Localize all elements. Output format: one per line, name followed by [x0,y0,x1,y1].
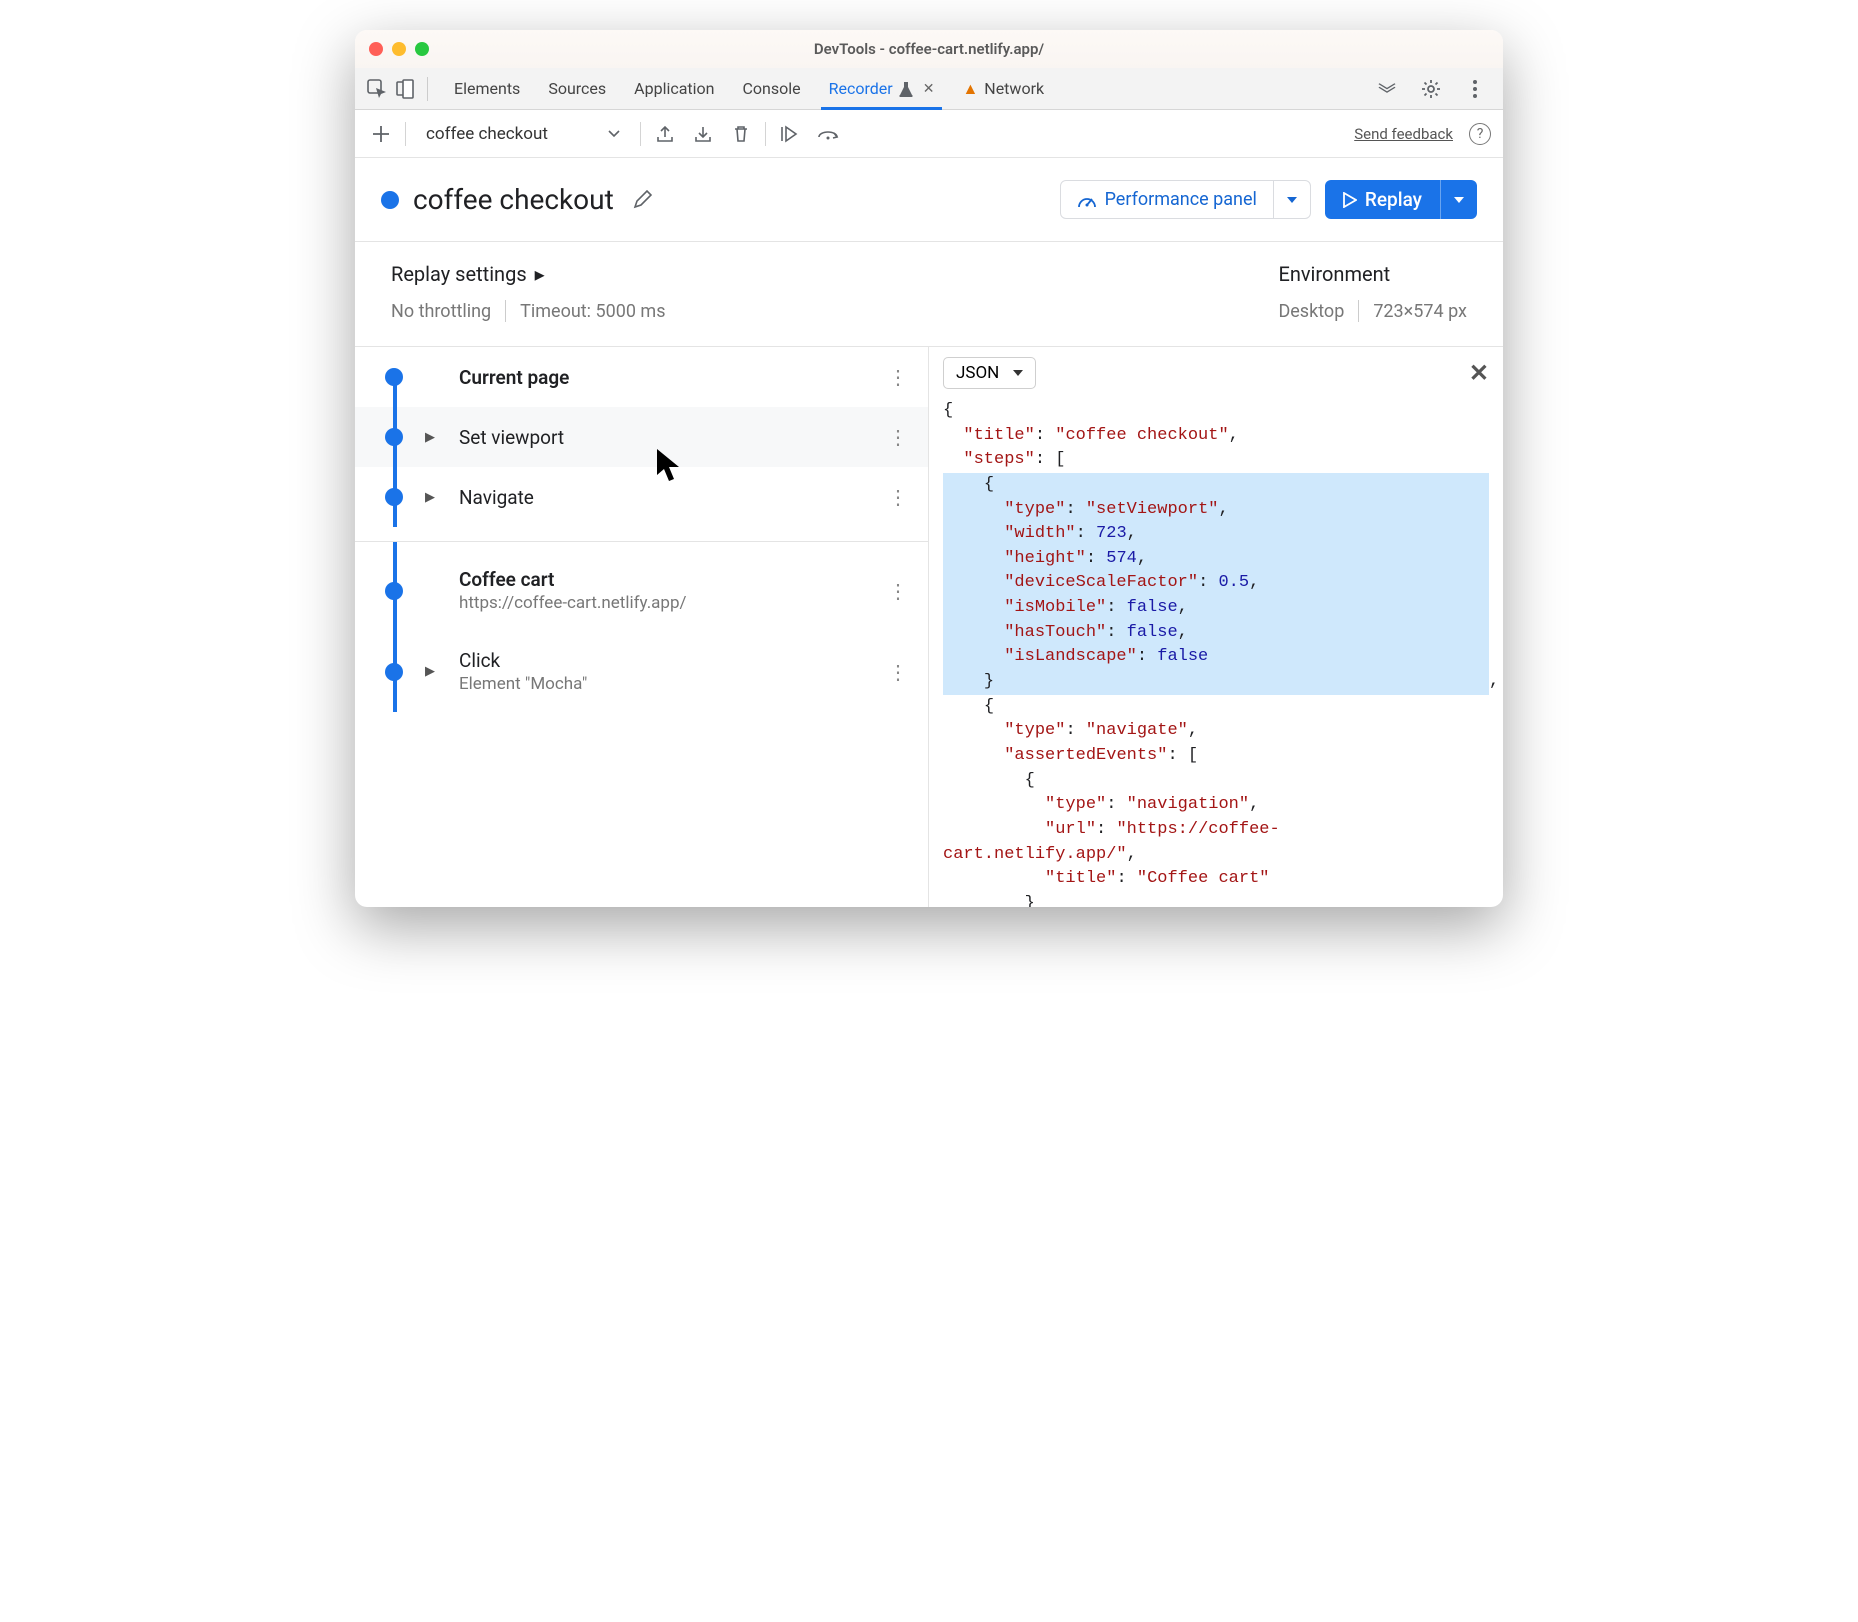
devtools-window: DevTools - coffee-cart.netlify.app/ Elem… [355,30,1503,907]
dimensions-value: 723×574 px [1373,301,1467,322]
delete-icon[interactable] [727,120,755,148]
step-title: Coffee cart [459,568,866,591]
step-current-page[interactable]: Current page ⋮ [355,347,928,407]
step-over-icon[interactable] [814,120,842,148]
main-body: Current page ⋮ ▶ Set viewport ⋮ ▶ Naviga… [355,347,1503,907]
chevron-right-icon: ▸ [535,262,545,286]
step-click[interactable]: ▶ Click Element "Mocha" ⋮ [355,631,928,712]
inspect-element-icon[interactable] [363,75,391,103]
chevron-down-icon [1013,370,1023,376]
tab-sources[interactable]: Sources [534,68,620,109]
step-menu-icon[interactable]: ⋮ [888,365,908,389]
tab-label: Console [743,79,801,98]
tab-label: Network [984,79,1044,98]
step-title: Navigate [459,486,866,509]
step-subtitle: https://coffee-cart.netlify.app/ [459,593,866,613]
step-title: Set viewport [459,426,866,449]
format-selector[interactable]: JSON [943,357,1036,389]
gauge-icon [1077,191,1097,209]
tab-label: Sources [548,79,606,98]
help-icon[interactable]: ? [1469,123,1491,145]
close-tab-icon[interactable]: ✕ [923,81,935,97]
step-title: Click [459,649,866,672]
step-dot [385,488,403,506]
performance-panel-button[interactable]: Performance panel [1060,180,1311,219]
tab-label: Recorder [829,79,893,98]
json-title: coffee checkout [1065,426,1218,445]
throttling-value: No throttling [391,301,491,322]
tab-elements[interactable]: Elements [440,68,534,109]
code-panel: JSON ✕ { "title": "coffee checkout", "st… [929,347,1503,907]
replay-settings-label: Replay settings [391,262,527,286]
step-set-viewport[interactable]: ▶ Set viewport ⋮ [355,407,928,467]
step-replay-icon[interactable] [776,120,804,148]
code-view[interactable]: { "title": "coffee checkout", "steps": [… [929,399,1503,907]
steps-panel: Current page ⋮ ▶ Set viewport ⋮ ▶ Naviga… [355,347,929,907]
replay-settings-toggle[interactable]: Replay settings ▸ [391,262,666,286]
tab-network[interactable]: ▲ Network [948,68,1058,109]
chevron-down-icon [608,130,620,138]
tab-label: Elements [454,79,520,98]
step-subtitle: Element "Mocha" [459,674,866,694]
tab-application[interactable]: Application [620,68,728,109]
recorder-toolbar: coffee checkout Send feedback ? [355,110,1503,158]
recording-title: coffee checkout [413,183,614,216]
replay-button[interactable]: Replay [1325,180,1477,219]
tab-label: Application [634,79,714,98]
tab-recorder[interactable]: Recorder ✕ [815,68,949,109]
send-feedback-link[interactable]: Send feedback [1354,125,1453,143]
recording-status-dot [381,191,399,209]
step-navigate[interactable]: ▶ Navigate ⋮ [355,467,928,527]
settings-row: Replay settings ▸ No throttling Timeout:… [355,242,1503,347]
format-label: JSON [956,363,999,383]
chevron-right-icon: ▶ [425,430,437,445]
replay-dropdown-icon[interactable] [1441,180,1477,219]
recording-selector-label: coffee checkout [426,124,548,144]
step-dot [385,368,403,386]
replay-label: Replay [1365,188,1422,211]
device-value: Desktop [1278,301,1344,322]
more-tabs-icon[interactable] [1373,75,1401,103]
environment-label: Environment [1278,262,1467,286]
step-dot [385,428,403,446]
step-menu-icon[interactable]: ⋮ [888,485,908,509]
step-dot [385,582,403,600]
export-icon[interactable] [651,120,679,148]
step-menu-icon[interactable]: ⋮ [888,425,908,449]
window-titlebar: DevTools - coffee-cart.netlify.app/ [355,30,1503,68]
panel-tabs: Elements Sources Application Console Rec… [355,68,1503,110]
play-icon [1343,192,1357,208]
window-title: DevTools - coffee-cart.netlify.app/ [355,40,1503,58]
performance-dropdown-icon[interactable] [1274,181,1310,218]
warning-icon: ▲ [962,79,978,99]
performance-panel-label: Performance panel [1105,189,1257,210]
step-coffee-cart[interactable]: Coffee cart https://coffee-cart.netlify.… [355,542,928,631]
flask-icon [899,81,913,97]
step-title: Current page [459,366,866,389]
settings-gear-icon[interactable] [1417,75,1445,103]
edit-title-icon[interactable] [628,186,656,214]
close-code-panel-icon[interactable]: ✕ [1469,359,1489,387]
chevron-right-icon: ▶ [425,490,437,505]
recording-header: coffee checkout Performance panel [355,158,1503,242]
tab-console[interactable]: Console [729,68,815,109]
step-menu-icon[interactable]: ⋮ [888,579,908,603]
chevron-right-icon: ▶ [425,664,437,679]
step-menu-icon[interactable]: ⋮ [888,660,908,684]
device-toggle-icon[interactable] [391,75,419,103]
kebab-menu-icon[interactable] [1461,75,1489,103]
recording-selector[interactable]: coffee checkout [416,124,630,144]
new-recording-icon[interactable] [367,120,395,148]
step-dot [385,663,403,681]
timeout-value: Timeout: 5000 ms [520,301,665,322]
import-icon[interactable] [689,120,717,148]
